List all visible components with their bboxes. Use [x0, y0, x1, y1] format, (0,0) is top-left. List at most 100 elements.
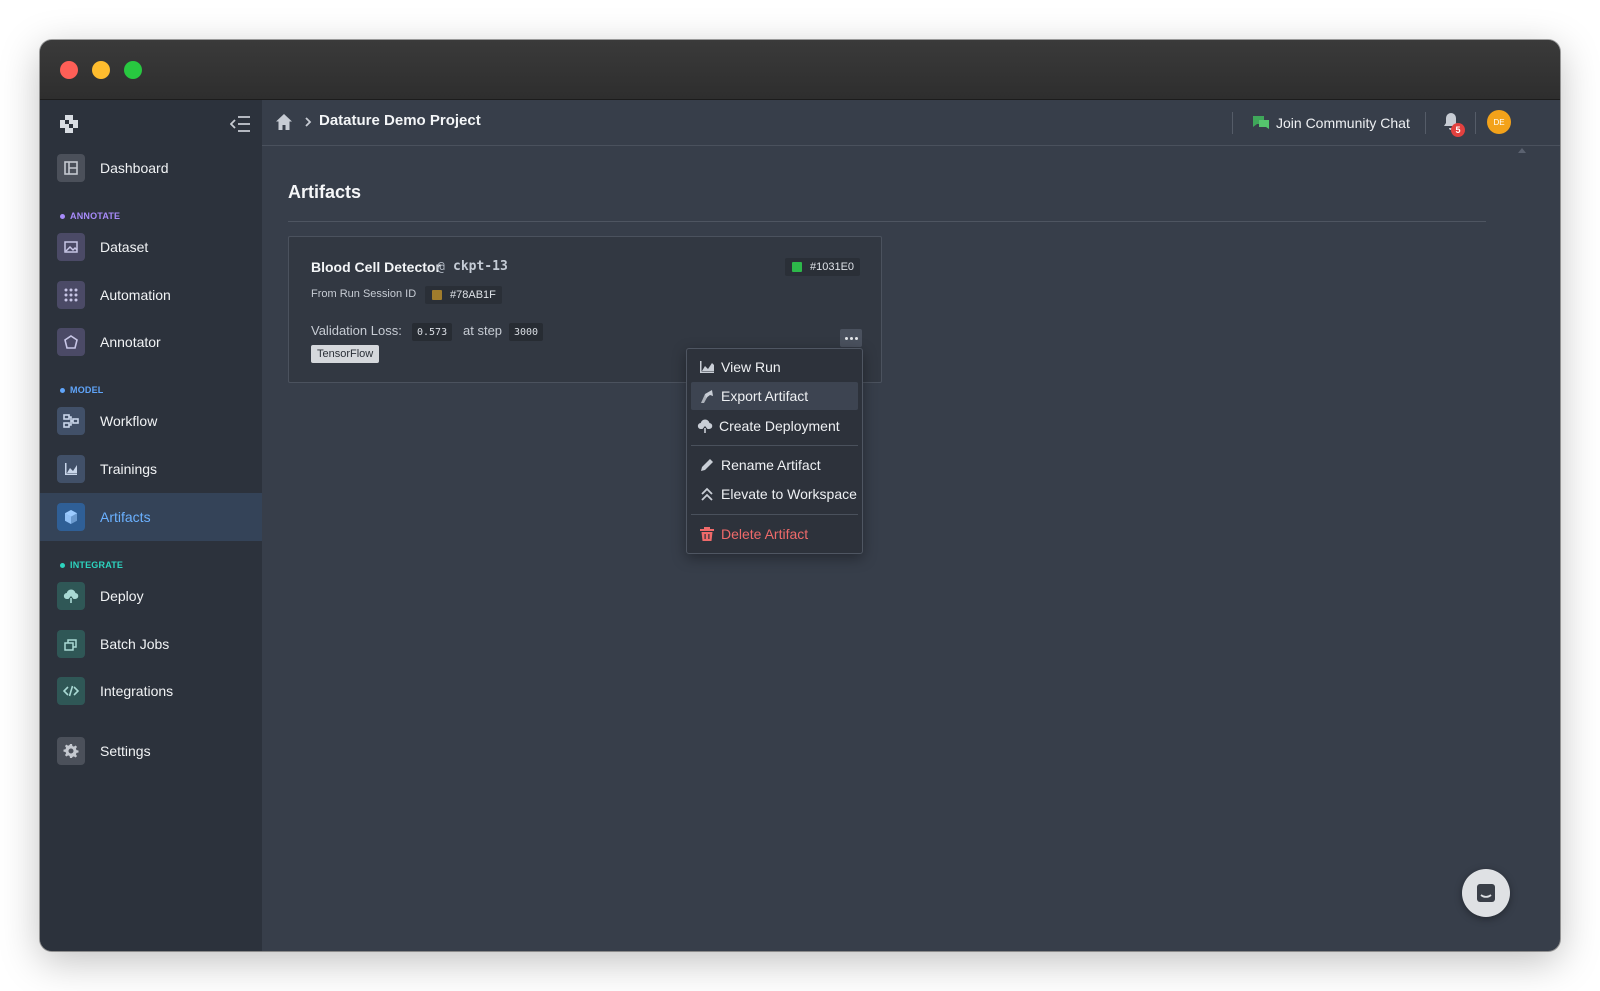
- menu-divider: [691, 514, 858, 515]
- datature-logo-icon[interactable]: [58, 113, 80, 135]
- menu-divider: [691, 445, 858, 446]
- stack-icon: [57, 630, 85, 658]
- menu-item-create-deployment[interactable]: Create Deployment: [691, 412, 858, 440]
- sidebar-item-artifacts[interactable]: Artifacts: [40, 493, 262, 541]
- gear-icon: [57, 737, 85, 765]
- cloud-upload-icon: [57, 582, 85, 610]
- app-window: Dashboard ANNOTATE Dataset Automation An…: [40, 40, 1560, 951]
- section-dot: [60, 562, 65, 568]
- menu-item-label: Rename Artifact: [721, 457, 821, 473]
- sidebar-item-label: Workflow: [100, 413, 158, 429]
- step-label: at step: [463, 323, 503, 338]
- chat-icon: [1253, 116, 1269, 129]
- framework-tag: TensorFlow: [311, 345, 380, 363]
- sidebar-item-batch-jobs[interactable]: Batch Jobs: [40, 620, 262, 668]
- metric-label: Validation Loss:: [311, 323, 402, 338]
- cloud-upload-icon: [697, 419, 713, 433]
- sidebar-item-label: Dataset: [100, 239, 149, 255]
- sidebar-item-trainings[interactable]: Trainings: [40, 445, 262, 493]
- menu-item-label: View Run: [721, 359, 781, 375]
- divider: [288, 221, 1486, 222]
- sidebar-item-label: Dashboard: [100, 160, 169, 176]
- divider: [1475, 112, 1476, 134]
- section-model: MODEL: [60, 385, 104, 395]
- divider: [1425, 112, 1426, 134]
- section-dot: [60, 213, 65, 219]
- sidebar-item-dashboard[interactable]: Dashboard: [40, 144, 262, 192]
- section-integrate: INTEGRATE: [60, 560, 123, 570]
- menu-item-label: Delete Artifact: [721, 526, 809, 542]
- artifact-id-chip: #1031E0: [785, 258, 861, 276]
- image-icon: [57, 233, 85, 261]
- sidebar-item-label: Annotator: [100, 334, 161, 350]
- section-dot: [60, 387, 65, 393]
- top-bar: Datature Demo Project Join Community Cha…: [262, 100, 1560, 146]
- polygon-icon: [57, 328, 85, 356]
- menu-item-label: Export Artifact: [721, 388, 809, 404]
- workflow-icon: [57, 407, 85, 435]
- chevron-right-icon: [302, 114, 314, 130]
- run-session-id: #78AB1F: [450, 289, 496, 301]
- menu-item-view-run[interactable]: View Run: [691, 353, 858, 381]
- sidebar-item-workflow[interactable]: Workflow: [40, 397, 262, 445]
- collapse-sidebar-icon[interactable]: [229, 115, 252, 133]
- run-session-chip[interactable]: #78AB1F: [425, 286, 502, 304]
- sidebar-item-integrations[interactable]: Integrations: [40, 667, 262, 715]
- menu-item-label: Create Deployment: [719, 418, 840, 434]
- page-title: Artifacts: [288, 182, 362, 202]
- breadcrumb-project[interactable]: Datature Demo Project: [319, 112, 481, 129]
- sidebar-item-label: Automation: [100, 287, 171, 303]
- section-annotate: ANNOTATE: [60, 211, 120, 221]
- sidebar-item-label: Artifacts: [100, 509, 151, 525]
- scroll-up-arrow-icon[interactable]: [1518, 148, 1526, 153]
- title-bar: [40, 40, 1560, 100]
- menu-item-delete-artifact[interactable]: Delete Artifact: [691, 520, 858, 548]
- section-label: ANNOTATE: [70, 211, 121, 221]
- dashboard-icon: [57, 154, 85, 182]
- avatar[interactable]: DE: [1487, 110, 1511, 134]
- more-options-button[interactable]: [840, 329, 862, 347]
- checkpoint-name: ckpt-13: [453, 259, 508, 274]
- minimize-window-button[interactable]: [92, 61, 110, 79]
- section-label: MODEL: [70, 385, 104, 395]
- pencil-icon: [701, 459, 713, 471]
- cube-icon: [57, 503, 85, 531]
- code-icon: [57, 677, 85, 705]
- sidebar-item-label: Trainings: [100, 461, 158, 477]
- join-community-chat-button[interactable]: Join Community Chat: [1252, 110, 1410, 136]
- sidebar: Dashboard ANNOTATE Dataset Automation An…: [40, 100, 262, 951]
- menu-item-export-artifact[interactable]: Export Artifact: [691, 382, 858, 410]
- divider: [1232, 112, 1233, 134]
- sidebar-item-annotator[interactable]: Annotator: [40, 318, 262, 366]
- chart-icon: [700, 361, 714, 373]
- section-label: INTEGRATE: [70, 560, 124, 570]
- menu-item-label: Elevate to Workspace: [721, 486, 857, 502]
- step-value: 3000: [509, 323, 544, 341]
- chat-support-button[interactable]: [1462, 869, 1510, 917]
- sidebar-item-label: Integrations: [100, 683, 174, 699]
- sidebar-item-deploy[interactable]: Deploy: [40, 572, 262, 620]
- color-square: [432, 290, 442, 300]
- sidebar-item-dataset[interactable]: Dataset: [40, 223, 262, 271]
- sidebar-item-label: Deploy: [100, 588, 144, 604]
- menu-item-elevate-to-workspace[interactable]: Elevate to Workspace: [691, 480, 858, 508]
- home-icon[interactable]: [274, 112, 294, 132]
- message-icon: [1477, 884, 1495, 902]
- from-run-label: From Run Session ID: [311, 288, 417, 300]
- color-square: [792, 262, 802, 272]
- trash-icon: [700, 527, 714, 541]
- sidebar-item-label: Batch Jobs: [100, 636, 170, 652]
- at-symbol: @: [437, 260, 445, 275]
- maximize-window-button[interactable]: [124, 61, 142, 79]
- sidebar-item-settings[interactable]: Settings: [40, 727, 262, 775]
- artifact-id: #1031E0: [810, 261, 855, 273]
- sidebar-item-label: Settings: [100, 743, 151, 759]
- grid-dots-icon: [57, 281, 85, 309]
- artifact-context-menu: View Run Export Artifact Create Deployme…: [686, 348, 863, 554]
- menu-item-rename-artifact[interactable]: Rename Artifact: [691, 451, 858, 479]
- double-chevron-up-icon: [701, 487, 713, 501]
- close-window-button[interactable]: [60, 61, 78, 79]
- export-icon: [701, 390, 713, 403]
- sidebar-item-automation[interactable]: Automation: [40, 271, 262, 319]
- artifact-name: Blood Cell Detector: [311, 259, 441, 275]
